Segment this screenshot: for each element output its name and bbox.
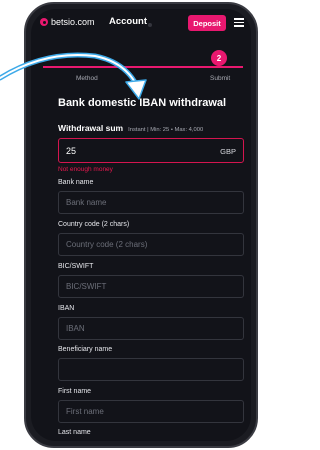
bic-swift-input[interactable]: BIC/SWIFT: [58, 275, 244, 298]
step-label-method[interactable]: Method: [76, 75, 98, 82]
logo-text: betsio.com: [51, 17, 95, 27]
bic-swift-label: BIC/SWIFT: [58, 263, 94, 270]
camera-notch: [148, 23, 152, 27]
step-indicator-active: 2: [211, 50, 227, 66]
first-name-input[interactable]: First name: [58, 400, 244, 423]
iban-input[interactable]: IBAN: [58, 317, 244, 340]
form-title: Bank domestic IBAN withdrawal: [58, 97, 227, 109]
country-code-label: Country code (2 chars): [58, 221, 130, 228]
country-code-input[interactable]: Country code (2 chars): [58, 233, 244, 256]
bank-name-label: Bank name: [58, 179, 94, 186]
phone-screen: betsio.com Account Deposit 2 Method Subm…: [31, 9, 251, 441]
hamburger-icon[interactable]: [234, 18, 244, 27]
bank-name-input[interactable]: Bank name: [58, 191, 244, 214]
withdrawal-sum-row: Withdrawal sum Instant | Min: 25 • Max: …: [58, 123, 203, 133]
page-header-title: Account: [109, 16, 147, 27]
top-bar: betsio.com Account Deposit: [31, 9, 251, 39]
deposit-button[interactable]: Deposit: [188, 15, 226, 31]
withdrawal-limits-hint: Instant | Min: 25 • Max: 4,000: [128, 127, 204, 133]
error-message: Not enough money: [58, 166, 113, 173]
logo-icon: [40, 18, 48, 26]
stepper-progress-line: [43, 66, 243, 68]
beneficiary-name-input[interactable]: [58, 358, 244, 381]
withdrawal-sum-label: Withdrawal sum: [58, 123, 124, 133]
step-label-submit[interactable]: Submit: [210, 75, 230, 82]
logo[interactable]: betsio.com: [40, 17, 95, 27]
amount-input[interactable]: 25 GBP: [58, 138, 244, 163]
iban-label: IBAN: [58, 305, 75, 312]
amount-value: 25: [66, 146, 77, 156]
currency-label: GBP: [220, 147, 236, 156]
first-name-label: First name: [58, 388, 92, 395]
beneficiary-name-label: Beneficiary name: [58, 346, 113, 353]
last-name-label: Last name: [58, 429, 91, 436]
phone-frame: betsio.com Account Deposit 2 Method Subm…: [24, 2, 258, 448]
